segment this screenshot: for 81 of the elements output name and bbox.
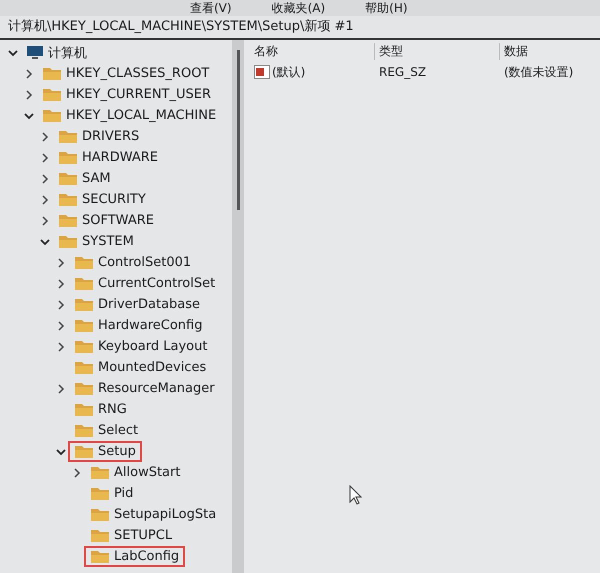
tree-node[interactable]: HKEY_CURRENT_USER: [36, 84, 218, 105]
folder-icon: [90, 486, 110, 501]
tree-node[interactable]: SETUPCL: [84, 525, 178, 546]
folder-icon: [42, 108, 62, 123]
tree-node[interactable]: DRIVERS: [52, 126, 146, 147]
column-header[interactable]: 数据: [499, 42, 528, 60]
tree-node[interactable]: ControlSet001: [68, 252, 198, 273]
highlighted-tree-node[interactable]: LabConfig: [84, 546, 186, 567]
folder-icon: [42, 66, 62, 81]
folder-icon: [90, 507, 110, 522]
chevron-right-icon[interactable]: [25, 90, 33, 100]
folder-icon: [74, 339, 94, 354]
folder-icon: [90, 549, 110, 564]
scrollbar[interactable]: [237, 50, 240, 210]
tree-node[interactable]: SetupapiLogSta: [84, 504, 222, 525]
column-header[interactable]: 名称: [254, 42, 374, 60]
tree-node[interactable]: Keyboard Layout: [68, 336, 214, 357]
value-type: REG_SZ: [378, 65, 428, 79]
tree-node[interactable]: HardwareConfig: [68, 315, 208, 336]
chevron-down-icon[interactable]: [24, 112, 34, 120]
value-data: (数值未设置): [503, 64, 574, 80]
folder-icon: [58, 234, 78, 249]
folder-icon: [74, 381, 94, 396]
chevron-right-icon[interactable]: [57, 278, 65, 288]
tree-node[interactable]: ResourceManager: [68, 378, 221, 399]
value-name[interactable]: (默认): [272, 64, 306, 80]
tree-node[interactable]: Pid: [84, 483, 140, 504]
address-bar[interactable]: 计算机\HKEY_LOCAL_MACHINE\SYSTEM\Setup\新项 #1: [0, 16, 600, 40]
tree-node[interactable]: AllowStart: [84, 462, 186, 483]
monitor-icon: [26, 45, 44, 60]
folder-icon: [58, 129, 78, 144]
folder-icon: [74, 276, 94, 291]
chevron-right-icon[interactable]: [57, 320, 65, 330]
tree-node[interactable]: SYSTEM: [52, 231, 140, 252]
column-header[interactable]: 类型: [374, 42, 499, 60]
tree-node[interactable]: SECURITY: [52, 189, 152, 210]
folder-icon: [58, 150, 78, 165]
chevron-down-icon[interactable]: [56, 448, 66, 456]
mouse-pointer-icon: [349, 485, 363, 505]
folder-icon: [42, 87, 62, 102]
tree-node[interactable]: DriverDatabase: [68, 294, 206, 315]
folder-icon: [74, 318, 94, 333]
tree-node[interactable]: SAM: [52, 168, 117, 189]
highlighted-tree-node[interactable]: Setup: [68, 441, 142, 462]
tree-node[interactable]: RNG: [68, 399, 133, 420]
tree-node[interactable]: SOFTWARE: [52, 210, 160, 231]
tree-node[interactable]: HKEY_CLASSES_ROOT: [36, 63, 216, 84]
tree-node[interactable]: Select: [68, 420, 144, 441]
tree-node[interactable]: HARDWARE: [52, 147, 164, 168]
menu-item[interactable]: 收藏夹(A): [272, 0, 326, 16]
chevron-right-icon[interactable]: [73, 468, 81, 478]
chevron-down-icon[interactable]: [8, 48, 18, 56]
chevron-right-icon[interactable]: [57, 384, 65, 394]
folder-icon: [58, 171, 78, 186]
folder-icon: [58, 213, 78, 228]
tree-node[interactable]: CurrentControlSet: [68, 273, 222, 294]
string-value-icon: [254, 65, 270, 79]
folder-icon: [74, 255, 94, 270]
folder-icon: [90, 528, 110, 543]
folder-icon: [58, 192, 78, 207]
chevron-right-icon[interactable]: [41, 132, 49, 142]
chevron-right-icon[interactable]: [41, 216, 49, 226]
folder-icon: [74, 360, 94, 375]
chevron-right-icon[interactable]: [25, 68, 33, 78]
chevron-right-icon[interactable]: [57, 342, 65, 352]
chevron-right-icon[interactable]: [41, 152, 49, 162]
folder-icon: [74, 402, 94, 417]
tree-node[interactable]: MountedDevices: [68, 357, 212, 378]
menu-item[interactable]: 帮助(H): [365, 0, 408, 16]
chevron-right-icon[interactable]: [57, 258, 65, 268]
menu-item[interactable]: 查看(V): [190, 0, 232, 16]
folder-icon: [74, 444, 94, 459]
chevron-down-icon[interactable]: [40, 238, 50, 246]
chevron-right-icon[interactable]: [41, 174, 49, 184]
tree-node[interactable]: 计算机: [20, 40, 93, 64]
chevron-right-icon[interactable]: [57, 300, 65, 310]
folder-icon: [74, 423, 94, 438]
folder-icon: [90, 465, 110, 480]
folder-icon: [74, 297, 94, 312]
chevron-right-icon[interactable]: [41, 194, 49, 204]
tree-node[interactable]: HKEY_LOCAL_MACHINE: [36, 105, 222, 126]
